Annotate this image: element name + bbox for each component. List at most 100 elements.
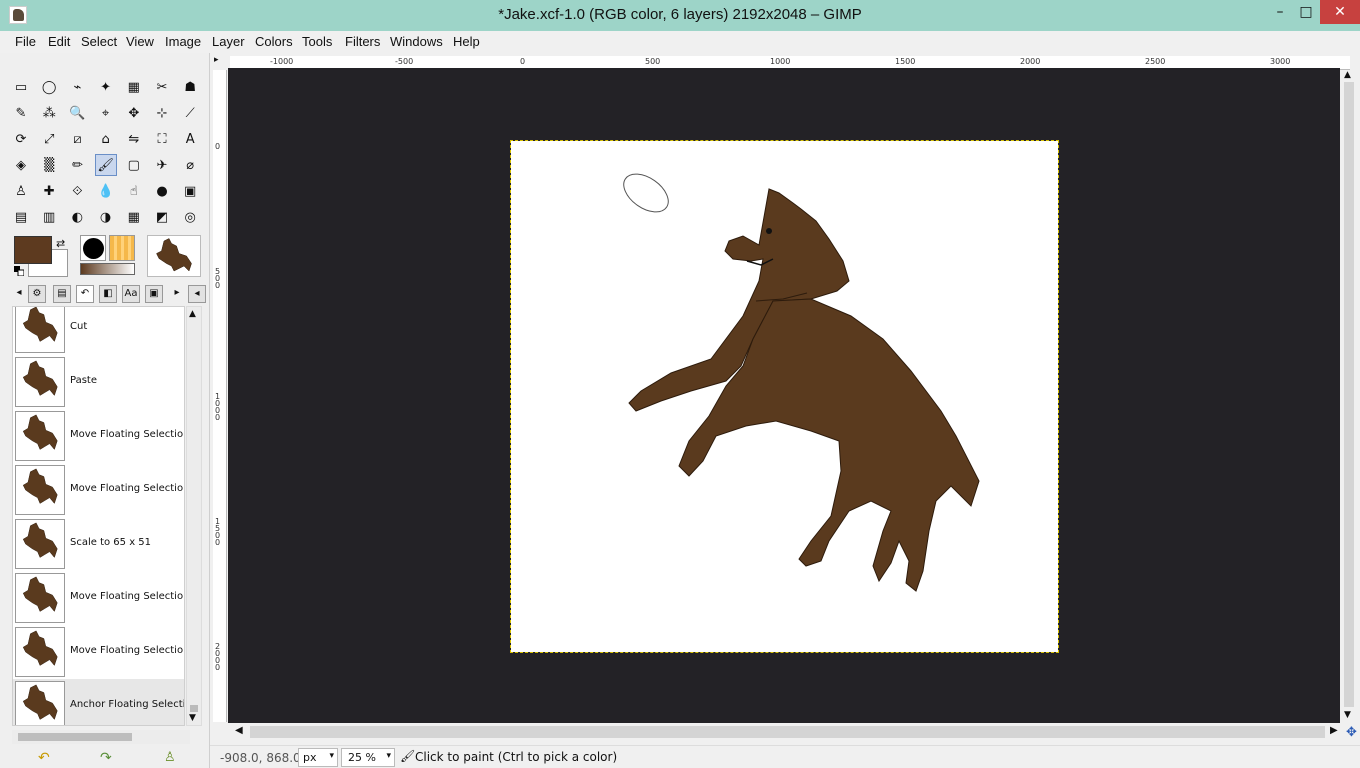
free-select-tool[interactable]: ⌁	[66, 76, 88, 98]
menu-filters[interactable]: Filters	[345, 34, 380, 49]
unit-selector[interactable]: px ▾	[298, 748, 338, 767]
perspective-tool[interactable]: ⌂	[95, 128, 117, 150]
swap-colors-icon[interactable]: ⇄	[56, 237, 65, 250]
rotate-tool[interactable]: ⟳	[10, 128, 32, 150]
history-item[interactable]: Move Floating Selection	[13, 571, 184, 625]
spiral-tool[interactable]: ◎	[179, 206, 201, 228]
foreground-select-tool[interactable]: ☗	[179, 76, 201, 98]
canvas-vscroll-thumb[interactable]	[1344, 82, 1354, 707]
canvas-vertical-scrollbar[interactable]: ▲ ▼	[1341, 70, 1357, 722]
menu-help[interactable]: Help	[453, 34, 480, 49]
navigate-icon[interactable]: ✥	[1346, 725, 1357, 740]
scroll-down-icon[interactable]: ▼	[189, 713, 196, 723]
undo-icon[interactable]: ↶	[38, 750, 50, 766]
close-button[interactable]: ✕	[1320, 0, 1360, 24]
blend-tool[interactable]: ▒	[38, 154, 60, 176]
paintbrush-tool[interactable]: 🖌	[94, 154, 117, 176]
ink-tool[interactable]: ⌀	[179, 154, 201, 176]
history-item[interactable]: Move Floating Selection	[13, 625, 184, 679]
image-canvas[interactable]	[510, 140, 1059, 653]
pencil-tool[interactable]: ✏	[66, 154, 88, 176]
history-hscroll-thumb[interactable]	[18, 733, 132, 741]
tab-fonts[interactable]: Aa	[122, 285, 140, 303]
posterize-tool[interactable]: ◩	[151, 206, 173, 228]
bucket-fill-tool[interactable]: ◈	[10, 154, 32, 176]
scroll-down-icon[interactable]: ▼	[1344, 710, 1351, 720]
rect-select-tool[interactable]: ▭	[10, 76, 32, 98]
history-vertical-scrollbar[interactable]: ▲ ▼	[186, 306, 202, 726]
tab-scroll-left[interactable]: ◂	[10, 285, 28, 303]
heal-tool[interactable]: ✚	[38, 180, 60, 202]
pattern-preview[interactable]	[109, 235, 135, 261]
zoom-selector[interactable]: 25 % ▾	[341, 748, 395, 767]
curves-tool[interactable]: ▥	[38, 206, 60, 228]
ellipse-select-tool[interactable]: ◯	[38, 76, 60, 98]
alignment-tool[interactable]: ⊹	[151, 102, 173, 124]
tab-undo-history[interactable]: ↶	[76, 285, 94, 303]
measure-tool[interactable]: ⌖	[95, 102, 117, 124]
text-tool[interactable]: A	[179, 128, 201, 150]
quick-mask-menu-icon[interactable]: ▸	[214, 55, 219, 65]
select-by-color-tool[interactable]: ▦	[123, 76, 145, 98]
scroll-up-icon[interactable]: ▲	[189, 309, 196, 319]
canvas-hscroll-thumb[interactable]	[250, 726, 1325, 738]
color-balance-tool[interactable]: ◐	[66, 206, 88, 228]
eraser-tool[interactable]: ▢	[123, 154, 145, 176]
history-item[interactable]: Anchor Floating Selection	[13, 679, 184, 725]
history-horizontal-scrollbar[interactable]	[12, 730, 190, 744]
redo-icon[interactable]: ↷	[100, 750, 112, 766]
smudge-tool[interactable]: ☝	[123, 180, 145, 202]
history-scroll-thumb[interactable]	[190, 705, 198, 712]
hue-tool[interactable]: ◑	[95, 206, 117, 228]
clear-history-icon[interactable]: ♙	[164, 750, 176, 765]
history-item[interactable]: Move Floating Selection	[13, 463, 184, 517]
menu-edit[interactable]: Edit	[48, 34, 70, 49]
history-item[interactable]: Cut	[13, 307, 184, 355]
history-item[interactable]: Paste	[13, 355, 184, 409]
move-tool[interactable]: ✥	[123, 102, 145, 124]
menu-image[interactable]: Image	[165, 34, 201, 49]
minimize-button[interactable]: –	[1266, 0, 1294, 24]
flip-tool[interactable]: ⇋	[123, 128, 145, 150]
tab-images[interactable]: ◧	[99, 285, 117, 303]
vertical-ruler[interactable]: 0 500 1000 1500 2000	[213, 70, 227, 722]
menu-file[interactable]: File	[15, 34, 36, 49]
crop-tool[interactable]: ⟋	[179, 102, 201, 124]
canvas-viewport[interactable]	[228, 68, 1340, 723]
shear-tool[interactable]: ⧄	[66, 128, 88, 150]
canvas-horizontal-scrollbar[interactable]: ◀ ▶	[230, 725, 1352, 739]
threshold-tool[interactable]: ▦	[123, 206, 145, 228]
levels-tool[interactable]: ▤	[10, 206, 32, 228]
image-thumbnail[interactable]	[147, 235, 201, 277]
scroll-right-icon[interactable]: ▶	[1330, 725, 1338, 736]
dodge-burn-tool[interactable]: ●	[151, 180, 173, 202]
tab-device-status[interactable]: ▤	[53, 285, 71, 303]
history-item[interactable]: Scale to 65 x 51	[13, 517, 184, 571]
color-picker-tool[interactable]: ⁂	[38, 102, 60, 124]
tab-configure[interactable]: ◂	[188, 285, 206, 303]
tab-tool-options[interactable]: ⚙	[28, 285, 46, 303]
clone-tool[interactable]: ♙	[10, 180, 32, 202]
menu-colors[interactable]: Colors	[255, 34, 293, 49]
scissors-tool[interactable]: ✂	[151, 76, 173, 98]
default-colors-icon[interactable]	[14, 265, 25, 277]
mypaint-tool[interactable]: ▣	[179, 180, 201, 202]
foreground-color-swatch[interactable]	[14, 236, 52, 264]
airbrush-tool[interactable]: ✈	[151, 154, 173, 176]
menu-view[interactable]: View	[126, 34, 154, 49]
menu-windows[interactable]: Windows	[390, 34, 443, 49]
scroll-up-icon[interactable]: ▲	[1344, 70, 1351, 80]
maximize-button[interactable]: □	[1292, 0, 1320, 24]
menu-select[interactable]: Select	[81, 34, 117, 49]
fuzzy-select-tool[interactable]: ✦	[95, 76, 117, 98]
brush-preview[interactable]	[80, 235, 106, 261]
scroll-left-icon[interactable]: ◀	[235, 725, 243, 736]
scale-tool[interactable]: ⤢	[38, 128, 60, 150]
menu-layer[interactable]: Layer	[212, 34, 245, 49]
cage-tool[interactable]: ⛶	[151, 128, 173, 150]
undo-history-list[interactable]: Cut Paste Move Floating Selection Move Floa…	[12, 306, 185, 726]
menu-tools[interactable]: Tools	[302, 34, 332, 49]
zoom-tool[interactable]: 🔍	[66, 102, 88, 124]
paths-tool[interactable]: ✎	[10, 102, 32, 124]
gradient-preview[interactable]	[80, 263, 135, 275]
